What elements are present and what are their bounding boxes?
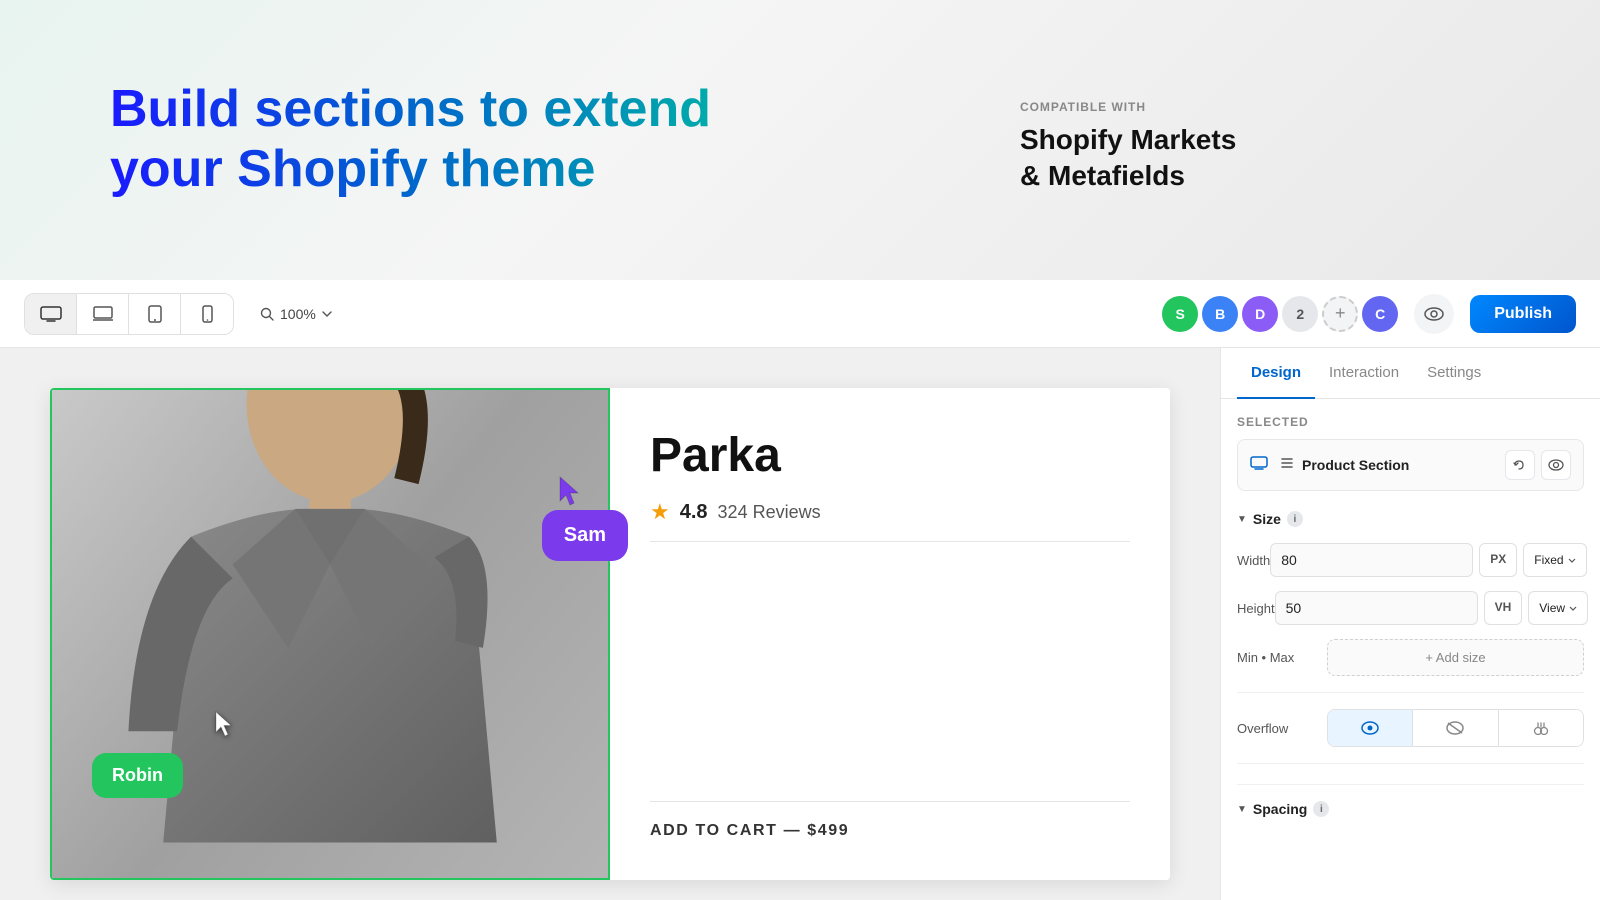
avatar-count: 2 [1282, 296, 1318, 332]
overflow-label: Overflow [1237, 721, 1327, 736]
avatar-b: B [1202, 296, 1238, 332]
sam-cursor-badge: Sam [542, 510, 628, 561]
preview-btn[interactable] [1414, 294, 1454, 334]
width-field-row: Width PX Fixed [1237, 543, 1584, 577]
width-unit: PX [1479, 543, 1517, 577]
spacing-title: Spacing [1253, 801, 1307, 817]
search-icon [260, 307, 274, 321]
canvas-content: Robin Sam [50, 388, 1170, 880]
height-label: Height [1237, 601, 1275, 616]
zoom-value: 100% [280, 306, 316, 322]
height-input[interactable] [1275, 591, 1478, 625]
overflow-hidden-btn[interactable] [1413, 710, 1498, 746]
avatar-s: S [1162, 296, 1198, 332]
publish-button[interactable]: Publish [1470, 295, 1576, 333]
size-title: Size [1253, 511, 1281, 527]
width-mode-select[interactable]: Fixed [1523, 543, 1586, 577]
spacing-info-icon: i [1313, 801, 1329, 817]
avatar-group: S B D 2 + C [1162, 296, 1398, 332]
editor-wrapper: 100% S B D 2 + C Publish [0, 280, 1600, 900]
undo-btn[interactable] [1505, 450, 1535, 480]
size-section-header[interactable]: ▼ Size i [1237, 511, 1584, 527]
overflow-clip-btn[interactable] [1499, 710, 1583, 746]
device-mobile-btn[interactable] [181, 294, 233, 334]
product-name: Parka [650, 428, 1130, 483]
width-label: Width [1237, 553, 1270, 568]
rating-reviews: 324 Reviews [718, 502, 821, 523]
height-field-row: Height VH View [1237, 591, 1584, 625]
eye-icon [1424, 307, 1444, 321]
hero-compatible: COMPATIBLE WITH Shopify Markets & Metafi… [1020, 100, 1236, 195]
add-size-btn[interactable]: + Add size [1327, 639, 1584, 676]
avatar-d: D [1242, 296, 1278, 332]
min-max-row: Min • Max + Add size [1237, 639, 1584, 676]
device-tablet-btn[interactable] [129, 294, 181, 334]
selected-item: Product Section [1237, 439, 1584, 491]
compatible-label: COMPATIBLE WITH [1020, 100, 1236, 114]
height-input-group: VH View [1275, 591, 1588, 625]
canvas-area: Robin Sam [0, 348, 1220, 900]
spacing-collapse-icon: ▼ [1237, 804, 1247, 815]
panel-body: Selected Product Section [1221, 399, 1600, 900]
divider-1 [1237, 692, 1584, 693]
selected-item-label: Product Section [1302, 457, 1497, 473]
device-laptop-btn[interactable] [77, 294, 129, 334]
product-image-wrapper: Robin Sam [50, 388, 610, 880]
width-input[interactable] [1270, 543, 1473, 577]
min-max-input-group: + Add size [1327, 639, 1584, 676]
desktop-icon [1250, 456, 1268, 475]
size-collapse-icon: ▼ [1237, 514, 1247, 525]
zoom-control[interactable]: 100% [250, 300, 342, 328]
selected-item-actions [1505, 450, 1571, 480]
product-image: Robin [52, 390, 608, 878]
hero-title: Build sections to extend your Shopify th… [110, 80, 711, 200]
device-desktop-btn[interactable] [25, 294, 77, 334]
avatar-c: C [1362, 296, 1398, 332]
selected-label: Selected [1237, 415, 1584, 429]
tab-design[interactable]: Design [1237, 348, 1315, 399]
height-unit: VH [1484, 591, 1523, 625]
product-section: Robin Sam [50, 388, 1170, 880]
compatible-title: Shopify Markets & Metafields [1020, 122, 1236, 195]
list-icon [1280, 456, 1294, 474]
product-rating: ★ 4.8 324 Reviews [650, 499, 1130, 542]
tab-interaction[interactable]: Interaction [1315, 348, 1413, 399]
sam-cursor-arrow [554, 475, 584, 512]
zoom-chevron-icon [322, 311, 332, 317]
product-info: Parka ★ 4.8 324 Reviews ADD TO CART — $4… [610, 388, 1170, 880]
panel-tabs: Design Interaction Settings [1221, 348, 1600, 399]
hero-content: Build sections to extend your Shopify th… [110, 80, 711, 200]
avatar-add-btn[interactable]: + [1322, 296, 1358, 332]
divider-2 [1237, 763, 1584, 764]
device-buttons [24, 293, 234, 335]
star-icon: ★ [650, 499, 670, 525]
spacing-section-header[interactable]: ▼ Spacing i [1237, 801, 1584, 817]
overflow-row: Overflow [1237, 709, 1584, 747]
toolbar: 100% S B D 2 + C Publish [0, 280, 1600, 348]
overflow-visible-btn[interactable] [1328, 710, 1413, 746]
robin-cursor-arrow [212, 710, 236, 738]
add-to-cart: ADD TO CART — $499 [650, 801, 1130, 840]
spacing-section: ▼ Spacing i [1237, 784, 1584, 817]
size-info-icon: i [1287, 511, 1303, 527]
height-mode-select[interactable]: View [1528, 591, 1588, 625]
right-panel: Design Interaction Settings Selected Pro… [1220, 348, 1600, 900]
robin-cursor-badge: Robin [92, 753, 183, 798]
rating-score: 4.8 [680, 501, 708, 524]
tab-settings[interactable]: Settings [1413, 348, 1495, 399]
overflow-buttons [1327, 709, 1584, 747]
min-max-label: Min • Max [1237, 650, 1327, 665]
width-input-group: PX Fixed [1270, 543, 1586, 577]
woman-illustration [52, 390, 608, 878]
visibility-toggle-btn[interactable] [1541, 450, 1571, 480]
